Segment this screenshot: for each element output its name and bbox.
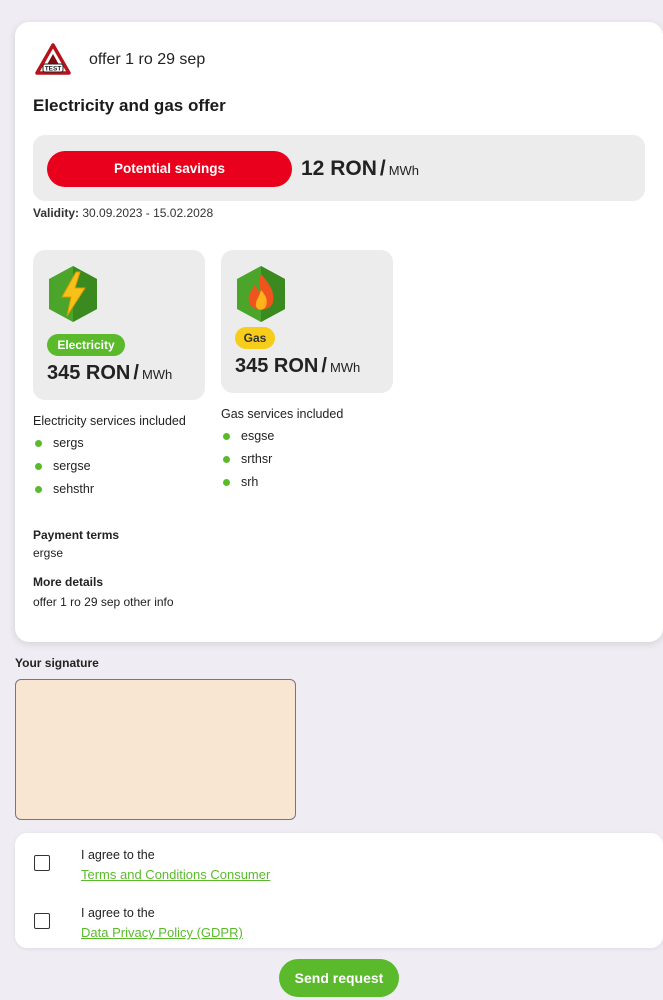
savings-slash: /	[379, 157, 386, 180]
consent-terms-row: I agree to the Terms and Conditions Cons…	[15, 845, 663, 889]
more-details-value: offer 1 ro 29 sep other info	[33, 595, 174, 609]
electricity-price-slash: /	[133, 362, 139, 384]
flame-hex-icon	[237, 266, 285, 322]
privacy-policy-link[interactable]: Data Privacy Policy (GDPR)	[81, 925, 243, 940]
consent-privacy-row: I agree to the Data Privacy Policy (GDPR…	[15, 903, 663, 947]
privacy-agree-text: I agree to the	[81, 906, 155, 920]
payment-terms-value: ergse	[33, 546, 64, 560]
savings-unit: MWh	[388, 163, 420, 178]
savings-box: Potential savings 12 RON / MWh	[33, 135, 645, 201]
offer-heading: Electricity and gas offer	[33, 96, 226, 115]
electricity-services-title: Electricity services included	[33, 414, 186, 428]
svg-text:TEST: TEST	[45, 66, 62, 73]
offer-title: offer 1 ro 29 sep	[89, 51, 206, 68]
electricity-badge: Electricity	[47, 334, 125, 356]
list-item: srh	[221, 474, 343, 497]
list-item: srthsr	[221, 451, 343, 474]
offer-card: TEST offer 1 ro 29 sep Electricity and g…	[15, 22, 663, 642]
savings-value: 12 RON / MWh	[301, 157, 419, 181]
electricity-price-amount: 345 RON	[47, 362, 131, 384]
gas-badge: Gas	[235, 327, 275, 349]
signature-pad[interactable]	[15, 679, 296, 820]
page: TEST offer 1 ro 29 sep Electricity and g…	[0, 0, 663, 1000]
terms-checkbox[interactable]	[34, 855, 50, 871]
list-item: sergs	[33, 435, 186, 458]
electricity-price: 345 RON / MWh	[47, 362, 172, 385]
more-details-label: More details	[33, 575, 104, 589]
gas-card: Gas 345 RON / MWh	[221, 250, 393, 393]
test-logo-icon: TEST	[35, 43, 71, 75]
list-item: sehsthr	[33, 481, 186, 504]
list-item: esgse	[221, 428, 343, 451]
signature-label: Your signature	[15, 656, 99, 670]
gas-price-amount: 345 RON	[235, 355, 319, 377]
validity-label: Validity:	[33, 206, 80, 220]
potential-savings-badge: Potential savings	[47, 151, 292, 187]
electricity-services: Electricity services included sergs serg…	[33, 414, 186, 504]
validity: Validity: 30.09.2023 - 15.02.2028	[33, 206, 213, 220]
privacy-checkbox[interactable]	[34, 913, 50, 929]
terms-link[interactable]: Terms and Conditions Consumer	[81, 867, 270, 882]
validity-value: 30.09.2023 - 15.02.2028	[82, 206, 214, 220]
terms-agree-text: I agree to the	[81, 848, 155, 862]
payment-terms-label: Payment terms	[33, 528, 120, 542]
gas-price: 345 RON / MWh	[235, 355, 360, 378]
lightning-hex-icon	[49, 266, 97, 322]
electricity-price-unit: MWh	[141, 367, 173, 382]
gas-price-slash: /	[321, 355, 327, 377]
consent-card: I agree to the Terms and Conditions Cons…	[15, 833, 663, 948]
savings-amount: 12 RON	[301, 157, 377, 180]
list-item: sergse	[33, 458, 186, 481]
gas-services: Gas services included esgse srthsr srh	[221, 407, 343, 497]
gas-price-unit: MWh	[329, 360, 361, 375]
gas-services-title: Gas services included	[221, 407, 344, 421]
electricity-card: Electricity 345 RON / MWh	[33, 250, 205, 400]
send-request-button[interactable]: Send request	[279, 959, 399, 997]
